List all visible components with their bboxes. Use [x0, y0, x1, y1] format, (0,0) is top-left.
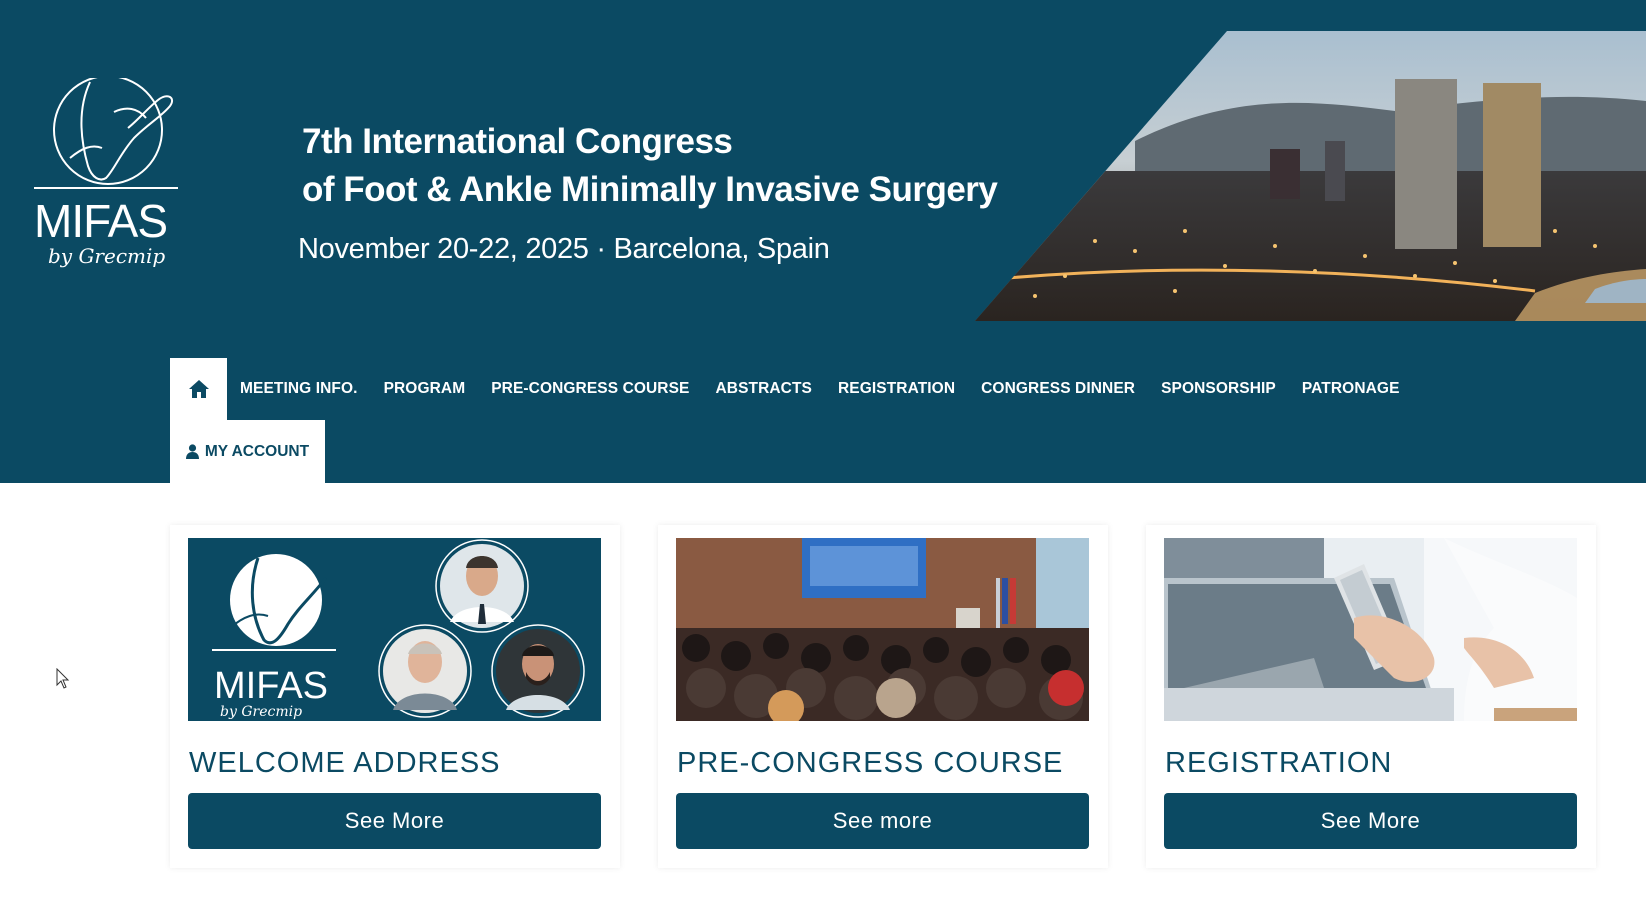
welcome-image: MIFAS by Grecmip — [188, 538, 601, 721]
my-account-label: MY ACCOUNT — [204, 442, 310, 460]
main-navigation: MEETING INFO. PROGRAM PRE-CONGRESS COURS… — [170, 358, 1413, 420]
nav-congress-dinner[interactable]: CONGRESS DINNER — [968, 380, 1148, 398]
site-header: MIFAS by Grecmip 7th International Congr… — [0, 0, 1646, 483]
nav-abstracts[interactable]: ABSTRACTS — [702, 380, 824, 398]
nav-home[interactable] — [170, 358, 227, 420]
home-icon — [188, 380, 209, 398]
card-registration: REGISTRATION See More — [1146, 525, 1596, 868]
title-line-2: of Foot & Ankle Minimally Invasive Surge… — [302, 170, 998, 209]
see-more-welcome-button[interactable]: See More — [188, 793, 601, 849]
nav-registration[interactable]: REGISTRATION — [825, 380, 968, 398]
see-more-registration-button[interactable]: See More — [1164, 793, 1577, 849]
card-title-pre-congress: PRE-CONGRESS COURSE — [677, 747, 1064, 779]
mifas-logo[interactable]: MIFAS by Grecmip — [30, 78, 190, 278]
logo-subtext: by Grecmip — [48, 244, 166, 268]
card-title-registration: REGISTRATION — [1165, 747, 1393, 779]
card-pre-congress-course: PRE-CONGRESS COURSE See more — [658, 525, 1108, 868]
mouse-cursor-icon — [56, 667, 70, 695]
svg-text:MIFAS: MIFAS — [214, 665, 328, 707]
card-welcome-address: MIFAS by Grecmip WELCOME ADDRESS See Mor… — [170, 525, 620, 868]
nav-patronage[interactable]: PATRONAGE — [1289, 380, 1413, 398]
barcelona-skyline-image — [975, 31, 1646, 321]
conference-audience-image — [676, 538, 1089, 721]
laptop-phone-image — [1164, 538, 1577, 721]
congress-title: 7th International Congress of Foot & Ank… — [302, 118, 998, 214]
svg-text:by Grecmip: by Grecmip — [220, 704, 302, 720]
title-line-1: 7th International Congress — [302, 122, 733, 161]
nav-sponsorship[interactable]: SPONSORSHIP — [1148, 380, 1289, 398]
nav-pre-congress-course[interactable]: PRE-CONGRESS COURSE — [478, 380, 702, 398]
user-icon — [185, 444, 199, 459]
nav-meeting-info[interactable]: MEETING INFO. — [227, 380, 371, 398]
logo-wordmark: MIFAS — [34, 195, 168, 247]
congress-date-location: November 20-22, 2025 · Barcelona, Spain — [298, 233, 830, 265]
nav-program[interactable]: PROGRAM — [371, 380, 479, 398]
my-account-button[interactable]: MY ACCOUNT — [170, 420, 325, 483]
see-more-pre-congress-button[interactable]: See more — [676, 793, 1089, 849]
card-title-welcome: WELCOME ADDRESS — [189, 747, 501, 779]
